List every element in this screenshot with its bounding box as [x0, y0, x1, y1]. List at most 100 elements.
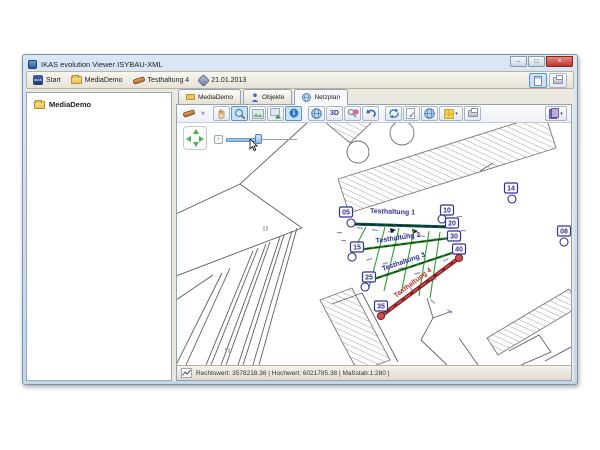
tree-item-label: MediaDemo	[49, 100, 91, 109]
map-node-label[interactable]: 40	[455, 247, 463, 254]
folder-icon	[71, 76, 82, 84]
tab-mediademo[interactable]: MediaDemo	[178, 89, 241, 104]
print-button[interactable]	[549, 73, 567, 88]
zoom-fit-button[interactable]	[249, 106, 266, 121]
map-node-label[interactable]: 14	[507, 186, 515, 193]
info-tool-button[interactable]: i	[285, 106, 302, 121]
chevron-down-icon: ▾	[560, 111, 563, 117]
print-map-button[interactable]	[464, 106, 481, 121]
globe-icon	[302, 93, 311, 102]
zoom-selection-button[interactable]	[267, 106, 284, 121]
undo-button[interactable]	[362, 106, 379, 121]
app-icon	[28, 60, 37, 69]
map-node-label[interactable]: 08	[560, 229, 568, 236]
netzplan-view: » i	[176, 104, 572, 381]
wrench-pink-icon	[347, 108, 359, 119]
printer-icon	[553, 77, 563, 84]
toolbar-item-testhaltung4[interactable]: Testhaltung 4	[133, 77, 190, 84]
main-toolbar: IKAS Start MediaDemo Testhaltung 4 21.01…	[26, 71, 574, 89]
toolbar-item-label: Testhaltung 4	[148, 77, 190, 84]
toolbar-item-date[interactable]: 21.01.2013	[199, 76, 246, 85]
tab-label: Objekte	[262, 94, 284, 101]
select-objects-button[interactable]: ✓	[403, 106, 420, 121]
toolbar-item-mediademo[interactable]: MediaDemo	[71, 76, 123, 84]
info-icon: i	[289, 108, 299, 120]
export-dropdown-button[interactable]: ▾	[545, 106, 567, 121]
minimize-button[interactable]: –	[510, 56, 527, 67]
grid-yellow-icon	[444, 109, 454, 119]
toolbar-item-start[interactable]: IKAS Start	[33, 75, 61, 85]
pan-tool-button[interactable]	[213, 106, 230, 121]
app-window: IKAS evolution Viewer ISYBAU-XML – □ × I…	[22, 54, 578, 385]
zoom-tool-button[interactable]	[231, 106, 248, 121]
window-title: IKAS evolution Viewer ISYBAU-XML	[41, 60, 163, 69]
tree-item-mediademo[interactable]: MediaDemo	[27, 93, 171, 109]
zoom-out-button[interactable]: -	[214, 135, 223, 144]
status-coordinates: Rechtswert: 3578218.36 | Hochwert: 60217…	[196, 370, 389, 377]
selected-pipe-endpoint[interactable]	[455, 254, 462, 261]
map-background-button[interactable]	[421, 106, 438, 121]
checklist-icon: ✓	[406, 108, 417, 119]
map-node-label[interactable]: 25	[365, 275, 373, 282]
netzplan-svg: Testhaltung 1Testhaltung 2Testhaltung 3T…	[177, 123, 571, 365]
ikas-icon: IKAS	[33, 75, 43, 85]
toolbar-item-label: Start	[46, 77, 61, 84]
pan-right-icon[interactable]	[199, 136, 204, 142]
titlebar: IKAS evolution Viewer ISYBAU-XML – □ ×	[23, 55, 577, 71]
map-node-label[interactable]: 05	[342, 210, 350, 217]
pan-control[interactable]	[183, 126, 207, 150]
manhole-circle[interactable]	[508, 195, 516, 203]
statusbar: Rechtswert: 3578218.36 | Hochwert: 60217…	[177, 365, 571, 380]
pan-up-icon[interactable]	[193, 129, 199, 134]
3d-label: 3D	[330, 110, 339, 117]
close-button[interactable]: ×	[546, 56, 573, 67]
tab-label: MediaDemo	[198, 94, 233, 101]
map-node-label[interactable]: 35	[377, 304, 385, 311]
toolbar-item-label: 21.01.2013	[211, 77, 246, 84]
lateral-pipe[interactable]	[430, 232, 440, 298]
pipe-icon	[132, 76, 145, 84]
selected-pipe-endpoint[interactable]	[377, 312, 384, 319]
map-node-label[interactable]: 10	[443, 208, 451, 215]
content-area: MediaDemo MediaDemo Objekte Netzplan	[26, 89, 574, 381]
manhole-circle[interactable]	[438, 215, 446, 223]
manhole-circle[interactable]	[348, 253, 356, 261]
printer-icon	[468, 110, 478, 117]
expand-toolbar-button[interactable]: »	[198, 110, 208, 117]
map-node-label[interactable]: 30	[450, 234, 458, 241]
settings-tool-button[interactable]	[344, 106, 361, 121]
image-arrow-icon	[270, 108, 282, 119]
map-toolbar: » i	[177, 105, 571, 123]
pipe-label[interactable]: Testhaltung 1	[370, 208, 415, 217]
tab-objekte[interactable]: Objekte	[243, 89, 292, 104]
pan-left-icon[interactable]	[186, 136, 191, 142]
project-tree-panel: MediaDemo	[26, 92, 172, 381]
pan-down-icon[interactable]	[193, 142, 199, 147]
manhole-circle[interactable]	[347, 219, 355, 227]
draw-pipe-tool[interactable]	[180, 106, 197, 121]
refresh-button[interactable]	[385, 106, 402, 121]
export-book-icon	[549, 108, 559, 119]
globe-view-button[interactable]	[308, 106, 325, 121]
map-node-label[interactable]: 20	[448, 221, 456, 228]
map-panel: MediaDemo Objekte Netzplan »	[176, 89, 572, 381]
manhole-circle[interactable]	[361, 283, 369, 291]
hand-icon	[216, 108, 227, 119]
globe-icon	[424, 108, 435, 119]
3d-view-button[interactable]: 3D	[326, 106, 343, 121]
layers-dropdown-button[interactable]: ▾	[439, 106, 463, 121]
map-node-label[interactable]: 15	[353, 245, 361, 252]
svg-text:i: i	[293, 109, 295, 117]
map-canvas[interactable]: Testhaltung 1Testhaltung 2Testhaltung 3T…	[177, 123, 571, 365]
globe-icon	[311, 108, 322, 119]
magnifier-icon	[234, 108, 246, 120]
manhole-circle[interactable]	[560, 238, 568, 246]
fit-image-icon	[252, 109, 264, 119]
maximize-button[interactable]: □	[528, 56, 545, 67]
report-button[interactable]	[529, 73, 547, 88]
objects-icon	[251, 93, 259, 102]
tab-netzplan[interactable]: Netzplan	[294, 89, 348, 105]
date-icon	[197, 74, 210, 87]
pipe-icon	[182, 109, 195, 117]
refresh-icon	[388, 108, 400, 119]
